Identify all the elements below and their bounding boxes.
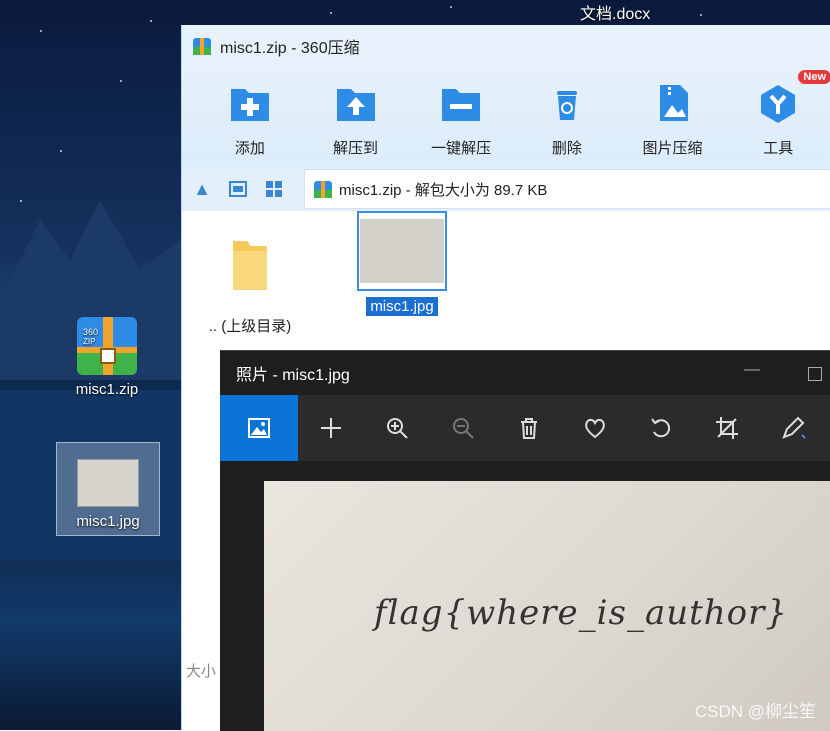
edit-icon[interactable] [760,395,826,461]
desktop-icon-label: misc1.jpg [76,513,140,530]
photos-window: 照片 - misc1.jpg — flag{where_is_author} [220,350,830,731]
grid-view-icon[interactable] [258,174,290,204]
tool-label: 工具 [763,140,794,157]
image-compress-button[interactable]: 图片压缩 [620,67,726,158]
photos-titlebar[interactable]: 照片 - misc1.jpg — [220,351,830,395]
star [150,20,152,22]
tool-label: 图片压缩 [642,140,703,157]
star [700,14,702,16]
tool-label: 一键解压 [431,140,492,157]
star [120,80,122,82]
path-bar[interactable]: misc1.zip - 解包大小为 89.7 KB [304,169,830,209]
delete-icon [556,91,577,120]
add-button[interactable]: 添加 [197,67,303,158]
crop-icon[interactable] [694,395,760,461]
heart-icon[interactable] [562,395,628,461]
zip-titlebar[interactable]: misc1.zip - 360压缩 [182,25,830,67]
zip-window-title: misc1.zip - 360压缩 [220,40,360,57]
star [450,6,452,8]
zoom-in-icon[interactable] [364,395,430,461]
desktop-icon-jpg[interactable]: misc1.jpg [56,442,160,536]
photo-image: flag{where_is_author} [264,481,830,731]
image-thumbnail [77,459,139,507]
desktop-icon-label: misc1.zip [75,381,139,398]
photos-toolbar [220,395,830,461]
image-compress-icon [659,85,688,121]
photo-image-text: flag{where_is_author} [374,593,789,633]
one-click-extract-icon [442,89,481,121]
folder-icon [233,241,267,290]
zip-toolbar: 添加 解压到 一键解压 删除 图片压缩 New 工具 [182,67,830,167]
parent-directory-item[interactable]: .. (上级目录) [202,223,298,336]
photo-canvas: flag{where_is_author} [220,461,830,731]
file-item-misc1-jpg[interactable]: misc1.jpg [354,211,450,316]
tool-label: 解压到 [333,140,379,157]
path-text: misc1.zip - 解包大小为 89.7 KB [339,181,548,199]
trash-icon[interactable] [496,395,562,461]
extract-to-button[interactable]: 解压到 [303,67,409,158]
tools-icon [761,85,796,123]
zip-app-icon [193,38,211,55]
zip-archive-icon [314,181,332,198]
tool-label: 添加 [234,140,265,157]
desktop-icon-zip[interactable]: 360 ZIP misc1.zip [56,305,158,398]
zip-archive-icon: 360 ZIP [75,311,139,377]
tool-label: 删除 [551,140,582,157]
list-view-icon[interactable] [222,174,254,204]
star [60,150,62,152]
status-text: 大小 [186,663,217,680]
star [40,30,42,32]
plus-icon[interactable] [298,395,364,461]
image-thumbnail [357,211,447,291]
desktop-docx-label[interactable]: 文档.docx [580,0,650,24]
photos-window-title: 照片 - misc1.jpg [236,367,350,384]
new-badge: New [798,70,830,84]
minimize-icon[interactable]: — [744,361,760,379]
tools-button[interactable]: New 工具 [725,67,830,158]
one-click-extract-button[interactable]: 一键解压 [408,67,514,158]
star [330,12,332,14]
add-folder-icon [230,89,269,121]
svg-text:ZIP: ZIP [83,337,95,346]
watermark: CSDN @柳尘笙 [694,702,816,721]
maximize-icon[interactable] [808,367,822,381]
up-arrow-icon[interactable]: ▲ [186,174,218,204]
file-label: misc1.jpg [366,297,438,316]
zoom-out-icon[interactable] [430,395,496,461]
delete-button[interactable]: 删除 [514,67,620,158]
extract-to-icon [336,89,375,121]
file-label: .. (上级目录) [208,318,292,335]
zip-navbar: ▲ misc1.zip - 解包大小为 89.7 KB [182,167,830,211]
image-icon[interactable] [220,395,298,461]
rotate-icon[interactable] [628,395,694,461]
svg-text:360: 360 [83,327,98,337]
